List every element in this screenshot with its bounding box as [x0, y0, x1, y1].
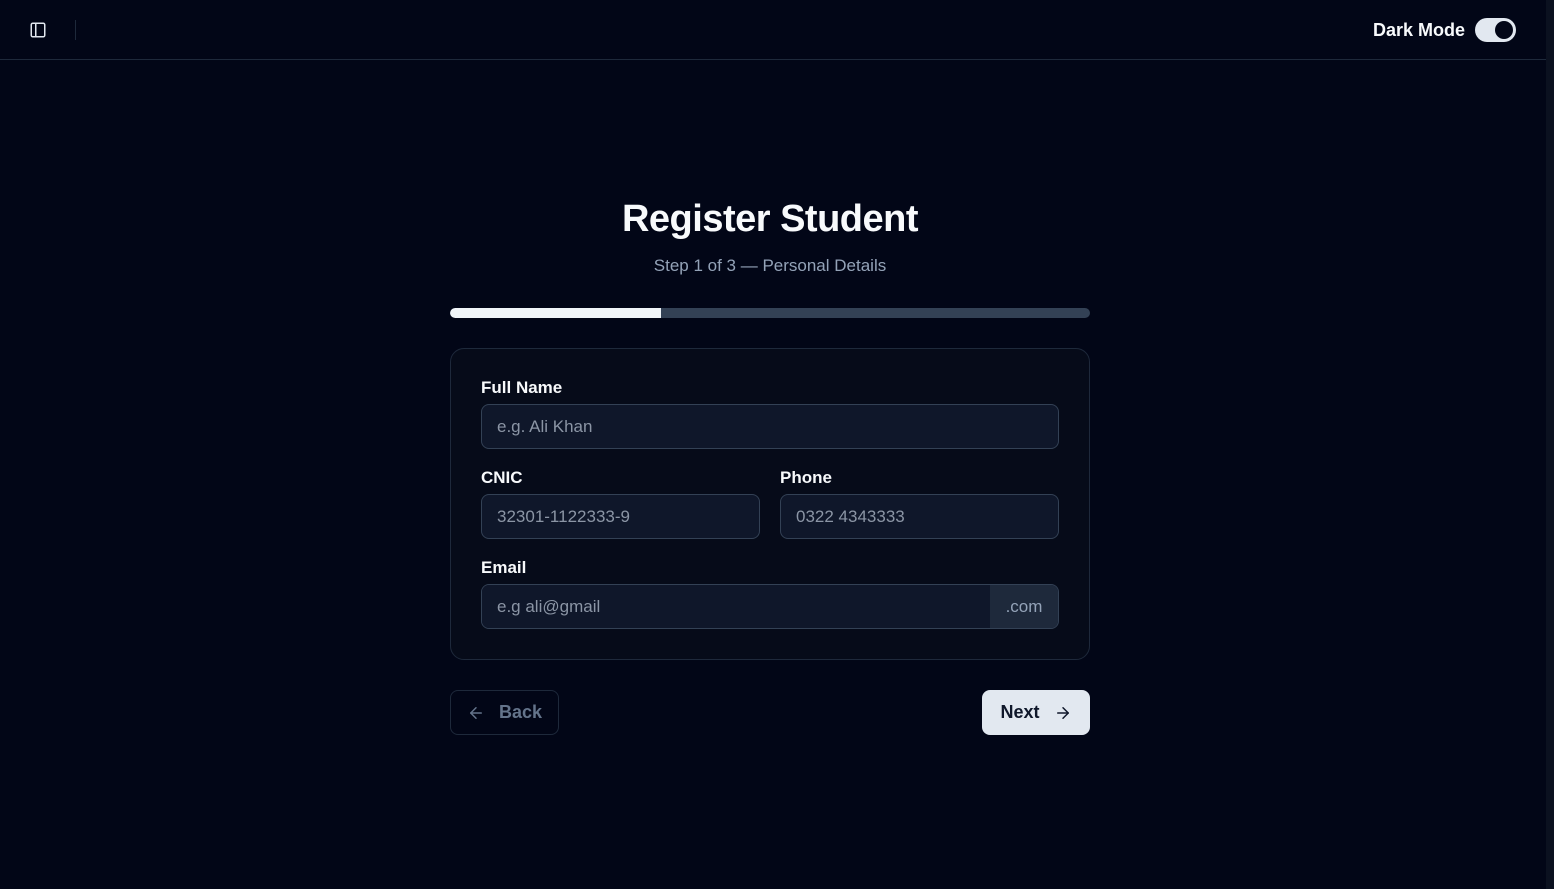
sidebar-toggle-button[interactable] [24, 16, 52, 44]
phone-input[interactable] [780, 494, 1059, 539]
cnic-input[interactable] [481, 494, 760, 539]
dark-mode-label: Dark Mode [1372, 19, 1465, 40]
toggle-knob [1495, 21, 1513, 39]
top-bar: Dark Mode [0, 0, 1546, 60]
full-name-input[interactable] [481, 404, 1059, 449]
arrow-right-icon [1054, 704, 1072, 722]
back-button-label: Back [498, 702, 543, 722]
email-domain-suffix: .com [990, 585, 1058, 628]
app-window: Dark Mode Register Student Step 1 of 3 —… [0, 0, 1546, 889]
email-label: Email [481, 558, 527, 577]
full-name-label: Full Name [481, 378, 563, 397]
step-subtitle: Step 1 of 3 — Personal Details [653, 256, 887, 275]
email-field-group: .com [481, 584, 1059, 629]
step-progress-bar [450, 308, 1090, 318]
phone-label: Phone [780, 468, 832, 487]
arrow-left-icon [467, 704, 485, 722]
dark-mode-control: Dark Mode [1373, 17, 1516, 43]
dark-mode-toggle[interactable] [1475, 18, 1516, 42]
panel-left-icon [30, 22, 46, 38]
progress-fill [450, 308, 662, 318]
topbar-divider [75, 20, 76, 40]
cnic-label: CNIC [481, 468, 523, 487]
next-button-label: Next [1000, 702, 1040, 722]
scrollbar-track[interactable] [1546, 0, 1554, 889]
page-title: Register Student [621, 198, 919, 240]
personal-details-card: Full Name CNIC Phone Email .com [450, 348, 1090, 660]
back-button[interactable]: Back [450, 690, 559, 735]
next-button[interactable]: Next [982, 690, 1090, 735]
email-input[interactable] [482, 585, 990, 628]
